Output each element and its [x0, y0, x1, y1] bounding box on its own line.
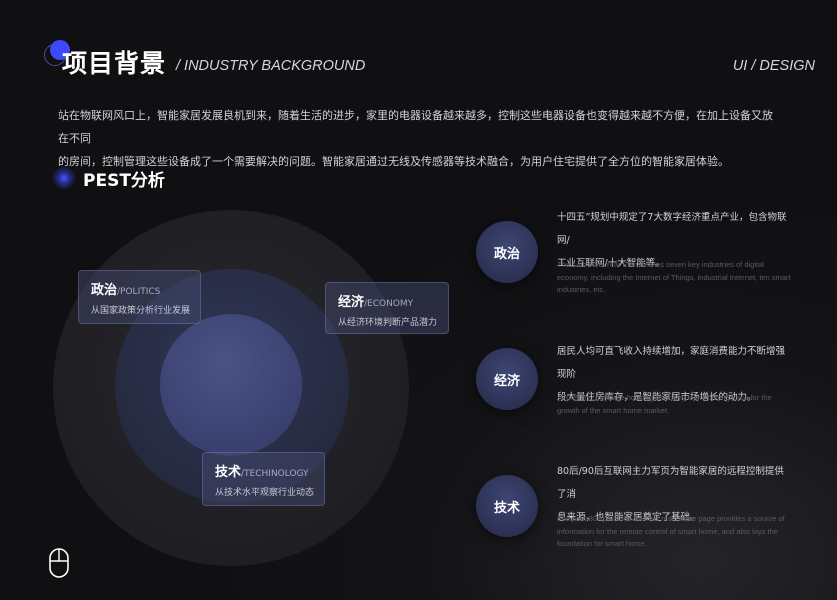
- politics-detail-en: The 14th Five-Year Plan defines seven ke…: [557, 259, 797, 297]
- detail-en-line: growth of the smart home market.: [557, 405, 670, 415]
- detail-en-line: The post-80s/post-90s Internet main forc…: [557, 514, 785, 523]
- detail-en-line: economy, including the Internet of Thing…: [557, 272, 791, 282]
- intro-paragraph: 站在物联网风口上，智能家居发展良机到来，随着生活的进步，家里的电器设备越来越多，…: [58, 104, 780, 173]
- technology-card-en: /TECHINOLOGY: [241, 469, 309, 479]
- detail-cn-line: 80后/90后互联网主力军页为智能家居的远程控制提供了消: [557, 466, 784, 500]
- intro-line: 的房间，控制管理这些设备成了一个需要解决的问题。智能家居通过无线及传感器等技术融…: [58, 155, 729, 168]
- section-title: PEST分析: [83, 171, 165, 191]
- politics-card-en: /POLITICS: [117, 287, 161, 297]
- technology-card: 技术/TECHINOLOGY 从技术水平观察行业动态: [202, 452, 325, 506]
- economy-bubble: 经济: [476, 348, 538, 410]
- politics-bubble: 政治: [476, 221, 538, 283]
- economy-card: 经济/ECONOMY 从经济环境判断产品潜力: [325, 282, 449, 334]
- detail-cn-line: 十四五”规划中规定了7大数字经济重点产业，包含物联网/: [557, 212, 787, 246]
- technology-card-title: 技术/TECHINOLOGY: [215, 465, 309, 480]
- detail-en-line: The 14th Five-Year Plan defines seven ke…: [557, 260, 764, 269]
- technology-bubble: 技术: [476, 475, 538, 537]
- corner-tag: UI / DESIGN: [732, 58, 815, 74]
- economy-card-en: /ECONOMY: [364, 299, 414, 309]
- intro-line: 站在物联网风口上，智能家居发展良机到来，随着生活的进步，家里的电器设备越来越多，…: [58, 109, 773, 145]
- section-glow-icon: [52, 166, 76, 190]
- technology-detail-en: The post-80s/post-90s Internet main forc…: [557, 513, 797, 551]
- politics-card: 政治/POLITICS 从国家政策分析行业发展: [78, 270, 201, 324]
- politics-card-title: 政治/POLITICS: [91, 283, 161, 298]
- detail-cn-line: 居民人均可直飞收入持续增加，家庭消费能力不断增强现阶: [557, 346, 786, 380]
- economy-card-title: 经济/ECONOMY: [338, 295, 414, 310]
- inner-ring: [160, 314, 302, 456]
- economy-card-desc: 从经济环境判断产品潜力: [338, 318, 438, 328]
- page-subtitle: / INDUSTRY BACKGROUND: [176, 58, 366, 74]
- detail-en-line: foundation for smart home.: [557, 539, 647, 548]
- mouse-icon[interactable]: [49, 548, 69, 578]
- technology-card-desc: 从技术水平观察行业动态: [215, 488, 315, 498]
- politics-card-desc: 从国家政策分析行业发展: [91, 306, 191, 316]
- economy-detail-en: At present, the large housing inventory …: [557, 392, 797, 417]
- page-title: 项目背景: [62, 49, 167, 78]
- detail-en-line: information for the remote control of sm…: [557, 526, 778, 536]
- detail-en-line: industries, etc.: [557, 285, 606, 294]
- detail-en-line: At present, the large housing inventory …: [557, 393, 772, 402]
